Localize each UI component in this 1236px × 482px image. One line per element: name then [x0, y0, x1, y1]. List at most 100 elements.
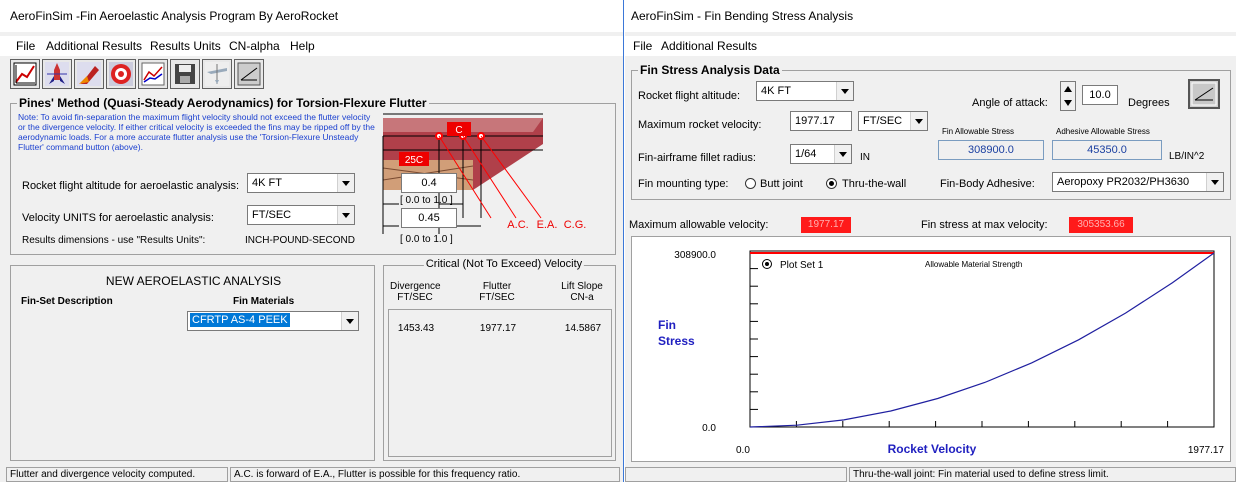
velocity-unit-select[interactable]: FT/SEC: [858, 111, 928, 131]
y-tick-max: 308900.0: [674, 250, 716, 261]
status-left-2: A.C. is forward of E.A., Flutter is poss…: [230, 467, 620, 482]
y-axis-label-line1: Fin: [658, 318, 676, 332]
lift-slope-header: Lift Slope CN-a: [552, 281, 612, 303]
divergence-header: Divergence FT/SEC: [390, 281, 441, 303]
adhesive-label: Fin-Body Adhesive:: [940, 178, 1035, 190]
fillet-unit: IN: [860, 152, 870, 163]
dims-label: Results dimensions - use "Results Units"…: [22, 235, 206, 246]
menu-cn-alpha[interactable]: CN-alpha: [229, 39, 280, 53]
fin-material-select[interactable]: CFRTP AS-4 PEEK: [187, 311, 359, 331]
cg-label: C.G.: [564, 219, 587, 231]
menu-additional-results[interactable]: Additional Results: [661, 39, 757, 53]
graph-button[interactable]: [138, 59, 168, 89]
cg-location-input[interactable]: 0.45: [401, 208, 457, 228]
butt-joint-radio[interactable]: [745, 178, 756, 189]
velocity-unit-value: FT/SEC: [863, 115, 903, 127]
angle-input[interactable]: 10.0: [1082, 85, 1118, 105]
fin-set-description-label: Fin-Set Description: [21, 296, 113, 307]
stress-unit: LB/IN^2: [1169, 151, 1205, 162]
adhesive-select[interactable]: Aeropoxy PR2032/PH3630: [1052, 172, 1224, 192]
chevron-down-icon: [836, 82, 853, 100]
menu-bar: File Additional Results: [625, 36, 1236, 56]
flutter-button[interactable]: [234, 59, 264, 89]
butt-joint-label: Butt joint: [760, 178, 803, 190]
pines-heading: Pines' Method (Quasi-Steady Aerodynamics…: [17, 96, 429, 110]
altitude-select[interactable]: 4K FT: [756, 81, 854, 101]
range2-label: [ 0.0 to 1.0 ]: [400, 234, 453, 245]
flutter-header-title: Flutter: [482, 281, 512, 292]
chevron-down-icon: [337, 174, 354, 192]
fillet-value: 1/64: [795, 148, 817, 160]
menu-additional-results[interactable]: Additional Results: [46, 39, 142, 53]
stress-chart-panel: Plot Set 1 Allowable Material Strength 3…: [631, 236, 1231, 462]
graph-icon: [141, 62, 165, 86]
aeroelastic-window: AeroFinSim -Fin Aeroelastic Analysis Pro…: [0, 0, 624, 482]
fillet-select[interactable]: 1/64: [790, 144, 852, 164]
divergence-header-title: Divergence: [390, 281, 441, 292]
max-stress-label: Fin stress at max velocity:: [921, 219, 1048, 231]
fin-icon: [77, 62, 101, 86]
y-tick-min: 0.0: [702, 423, 716, 434]
analysis-title: NEW AEROELASTIC ANALYSIS: [105, 274, 282, 288]
altitude-select[interactable]: 4K FT: [247, 173, 355, 193]
window-title: AeroFinSim - Fin Bending Stress Analysis: [625, 0, 1236, 32]
plot-button[interactable]: [10, 59, 40, 89]
mounting-label: Fin mounting type:: [638, 178, 729, 190]
lift-slope-header-title: Lift Slope: [561, 281, 603, 292]
flutter-plot-button[interactable]: [1188, 79, 1220, 109]
units-value: FT/SEC: [252, 209, 292, 221]
legend-label: Plot Set 1: [780, 260, 824, 271]
lift-slope-value: 14.5867: [564, 323, 602, 334]
legend-radio-dot: [765, 262, 769, 266]
fillet-label: Fin-airframe fillet radius:: [638, 152, 756, 164]
target-button[interactable]: [106, 59, 136, 89]
plot-icon: [13, 62, 37, 86]
status-right-2: Thru-the-wall joint: Fin material used t…: [849, 467, 1236, 482]
status-right-1: [625, 467, 847, 482]
units-select[interactable]: FT/SEC: [247, 205, 355, 225]
rocket-button[interactable]: [42, 59, 72, 89]
target-icon: [109, 62, 133, 86]
plane-icon: [205, 62, 229, 86]
spin-up-icon: [1064, 86, 1072, 92]
pines-method-group: Pines' Method (Quasi-Steady Aerodynamics…: [10, 96, 616, 255]
menu-file[interactable]: File: [16, 39, 35, 53]
chord-label: C: [455, 125, 462, 136]
fin-materials-label: Fin Materials: [233, 296, 295, 307]
x-tick-max: 1977.17: [1188, 445, 1225, 456]
adhesive-stress-label: Adhesive Allowable Stress: [1056, 127, 1150, 136]
fin-stress-group: Fin Stress Analysis Data Rocket flight a…: [631, 63, 1231, 200]
new-analysis-group: NEW AEROELASTIC ANALYSIS Fin-Set Descrip…: [10, 265, 375, 461]
menu-file[interactable]: File: [633, 39, 652, 53]
critical-values-box: 1453.43 1977.17 14.5867: [388, 309, 612, 457]
angle-spinner[interactable]: [1060, 81, 1076, 111]
max-stress-value: 305353.66: [1069, 217, 1133, 233]
ea-location-input[interactable]: 0.4: [401, 173, 457, 193]
velocity-label: Maximum rocket velocity:: [638, 119, 762, 131]
plane-button[interactable]: [202, 59, 232, 89]
reference-label: Allowable Material Strength: [925, 260, 1022, 269]
flutter-icon: [1191, 82, 1217, 106]
stress-chart: Plot Set 1 Allowable Material Strength 3…: [658, 250, 1225, 456]
fin-button[interactable]: [74, 59, 104, 89]
quarter-chord-label: 25C: [405, 155, 423, 166]
chevron-down-icon: [834, 145, 851, 163]
stress-heading: Fin Stress Analysis Data: [638, 63, 782, 77]
window-title: AeroFinSim -Fin Aeroelastic Analysis Pro…: [0, 0, 623, 32]
critical-velocity-group: Critical (Not To Exceed) Velocity Diverg…: [383, 258, 616, 461]
flutter-header: Flutter FT/SEC: [472, 281, 522, 303]
save-icon: [175, 64, 195, 84]
range1-label: [ 0.0 to 1.0 ]: [400, 195, 453, 206]
menu-bar: File Additional Results Results Units CN…: [0, 36, 623, 56]
adhesive-stress-value: 45350.0: [1052, 140, 1162, 160]
dims-value: INCH-POUND-SECOND: [245, 235, 355, 246]
lift-slope-header-unit: CN-a: [570, 292, 594, 303]
menu-help[interactable]: Help: [290, 39, 315, 53]
save-button[interactable]: [170, 59, 200, 89]
menu-results-units[interactable]: Results Units: [150, 39, 221, 53]
thru-the-wall-radio[interactable]: [826, 178, 837, 189]
flutter-icon: [237, 62, 261, 86]
chevron-down-icon: [341, 312, 358, 330]
velocity-input[interactable]: 1977.17: [790, 111, 852, 131]
allowable-stress-label: Fin Allowable Stress: [942, 127, 1015, 136]
